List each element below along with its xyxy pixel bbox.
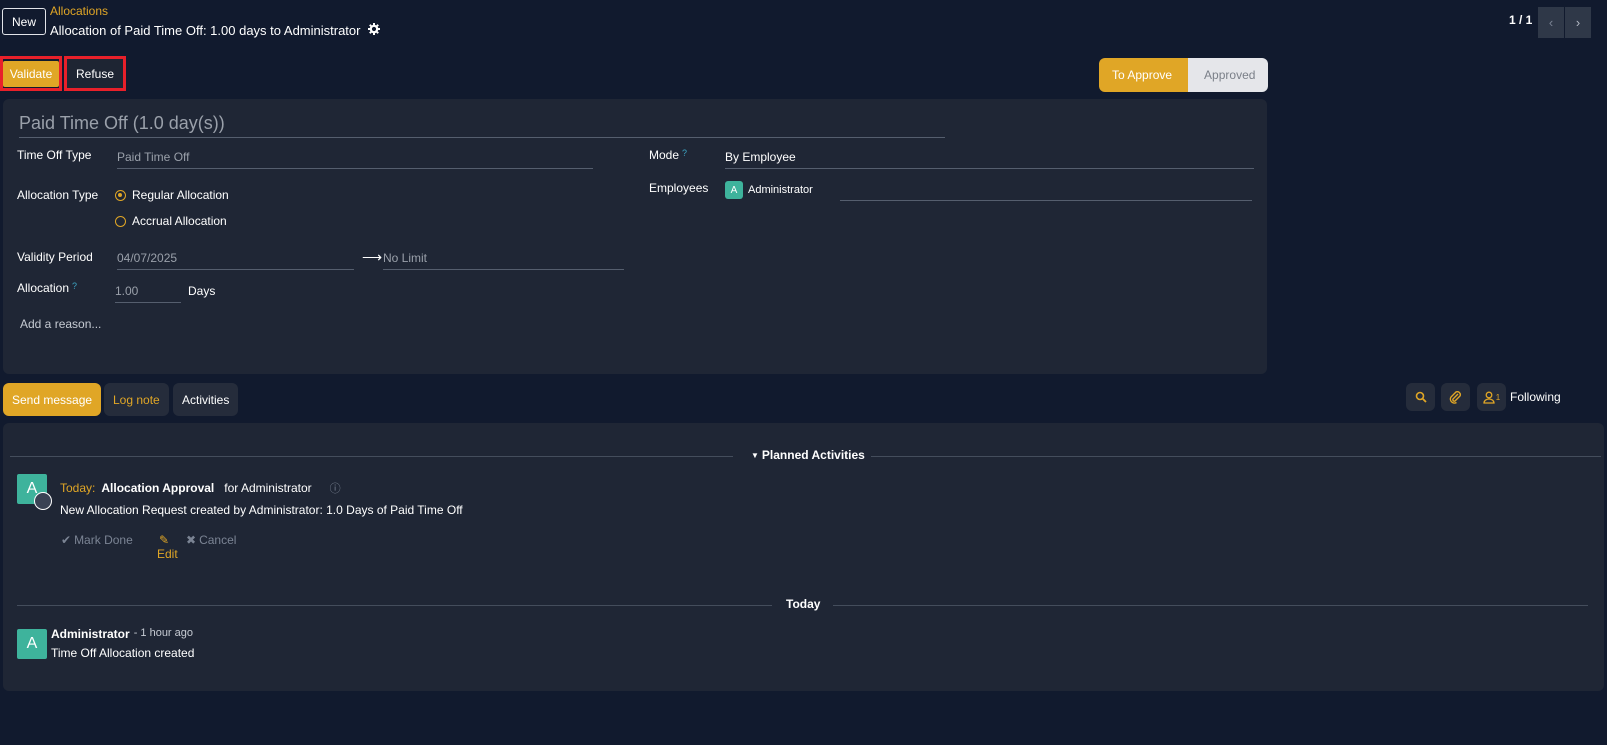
employee-tag[interactable]: A Administrator: [725, 181, 813, 199]
activity-assignee: for Administrator: [224, 481, 312, 495]
gear-icon[interactable]: [368, 23, 381, 38]
status-bar: To Approve Approved: [1099, 58, 1269, 92]
following-button[interactable]: Following: [1510, 390, 1561, 404]
planned-activities-toggle[interactable]: ▼ Planned Activities: [751, 448, 865, 462]
followers-button[interactable]: 1: [1477, 383, 1506, 411]
message-body: Time Off Allocation created: [51, 646, 195, 660]
allocation-unit: Days: [188, 284, 216, 298]
allocation-days-field[interactable]: 1.00: [115, 284, 181, 303]
new-button[interactable]: New: [2, 8, 46, 35]
message-header: Administrator - 1 hour ago: [51, 627, 193, 641]
employees-label: Employees: [649, 181, 709, 195]
today-label: Today: [786, 597, 821, 611]
info-icon[interactable]: ⓘ: [330, 480, 341, 496]
allocation-label: Allocation: [17, 281, 70, 295]
employees-input-line[interactable]: [840, 200, 1252, 201]
chatter-panel: [3, 423, 1604, 691]
chevron-left-icon: ‹: [1548, 15, 1554, 30]
record-title: Allocation of Paid Time Off: 1.00 days t…: [50, 23, 381, 38]
send-message-button[interactable]: Send message: [3, 383, 102, 416]
close-icon: ✖: [186, 533, 197, 547]
activity-summary: Allocation Approval: [101, 481, 215, 495]
cancel-label: Cancel: [199, 533, 237, 547]
accrual-allocation-option[interactable]: Accrual Allocation: [115, 214, 227, 228]
mode-label-group: Mode ?: [649, 148, 687, 162]
refuse-label: Refuse: [75, 66, 115, 81]
allocation-name-field[interactable]: Paid Time Off (1.0 day(s)): [19, 113, 945, 138]
regular-allocation-label: Regular Allocation: [132, 188, 229, 202]
mode-label: Mode: [649, 148, 680, 162]
attachment-button[interactable]: [1441, 383, 1470, 411]
validate-label: Validate: [2, 60, 60, 87]
message-avatar: A: [17, 629, 47, 659]
pager-value[interactable]: 1 / 1: [1509, 13, 1532, 27]
status-approved[interactable]: Approved: [1185, 58, 1269, 92]
validity-period-label: Validity Period: [17, 250, 93, 264]
activity-when: Today:: [60, 481, 96, 495]
planned-activities-label: Planned Activities: [761, 448, 865, 462]
planned-divider-right: [871, 456, 1601, 457]
regular-allocation-option[interactable]: Regular Allocation: [115, 188, 229, 202]
paperclip-icon: [1449, 390, 1461, 404]
arrow-right-icon: ⟶: [362, 249, 383, 265]
search-icon: [1415, 391, 1427, 403]
mark-done-label: Mark Done: [74, 533, 133, 547]
employee-tag-name: Administrator: [748, 184, 813, 196]
today-divider-right: [833, 605, 1588, 606]
allocation-help-icon[interactable]: ?: [72, 281, 77, 295]
mode-help-icon[interactable]: ?: [682, 148, 687, 162]
form-sheet: [3, 99, 1267, 374]
user-icon: [1483, 391, 1495, 404]
message-author[interactable]: Administrator: [51, 627, 130, 641]
check-icon: ✔: [61, 533, 72, 547]
chevron-right-icon: ›: [1575, 15, 1581, 30]
followers-count: 1: [1495, 392, 1501, 402]
radio-checked-icon[interactable]: [115, 189, 126, 201]
validate-button[interactable]: Validate: [0, 56, 62, 91]
employee-avatar: A: [725, 181, 743, 199]
validity-end-field[interactable]: No Limit: [383, 251, 624, 270]
time-off-type-field[interactable]: Paid Time Off: [117, 150, 593, 169]
cancel-activity-button[interactable]: ✖ Cancel: [186, 533, 236, 547]
planned-divider-left: [10, 456, 733, 457]
radio-unchecked-icon[interactable]: [115, 215, 126, 227]
edit-label: Edit: [157, 547, 178, 561]
reason-field[interactable]: Add a reason...: [20, 317, 101, 331]
refuse-button[interactable]: Refuse: [64, 56, 126, 91]
pencil-icon: ✎: [159, 533, 170, 547]
message-time: - 1 hour ago: [133, 627, 194, 639]
activity-type-icon: [34, 492, 52, 510]
pager-previous-button[interactable]: ‹: [1538, 7, 1564, 38]
record-title-text: Allocation of Paid Time Off: 1.00 days t…: [50, 23, 361, 38]
status-to-approve[interactable]: To Approve: [1099, 58, 1186, 92]
caret-down-icon: ▼: [751, 450, 759, 460]
today-divider-left: [17, 605, 772, 606]
activity-note: New Allocation Request created by Admini…: [60, 503, 463, 517]
validity-start-field[interactable]: 04/07/2025: [117, 251, 354, 270]
mark-done-button[interactable]: ✔ Mark Done: [61, 533, 133, 547]
activities-button[interactable]: Activities: [173, 383, 239, 416]
mode-field[interactable]: By Employee: [725, 150, 1254, 169]
activity-header: Today: Allocation Approval for Administr…: [60, 480, 341, 496]
allocation-label-group: Allocation ?: [17, 281, 77, 295]
breadcrumb-allocations[interactable]: Allocations: [50, 4, 108, 18]
accrual-allocation-label: Accrual Allocation: [132, 214, 227, 228]
allocation-type-label: Allocation Type: [17, 188, 99, 202]
search-button[interactable]: [1406, 383, 1435, 411]
log-note-button[interactable]: Log note: [104, 383, 169, 416]
time-off-type-label: Time Off Type: [17, 148, 92, 162]
pager-next-button[interactable]: ›: [1565, 7, 1591, 38]
edit-activity-button[interactable]: ✎ Edit: [157, 533, 178, 561]
